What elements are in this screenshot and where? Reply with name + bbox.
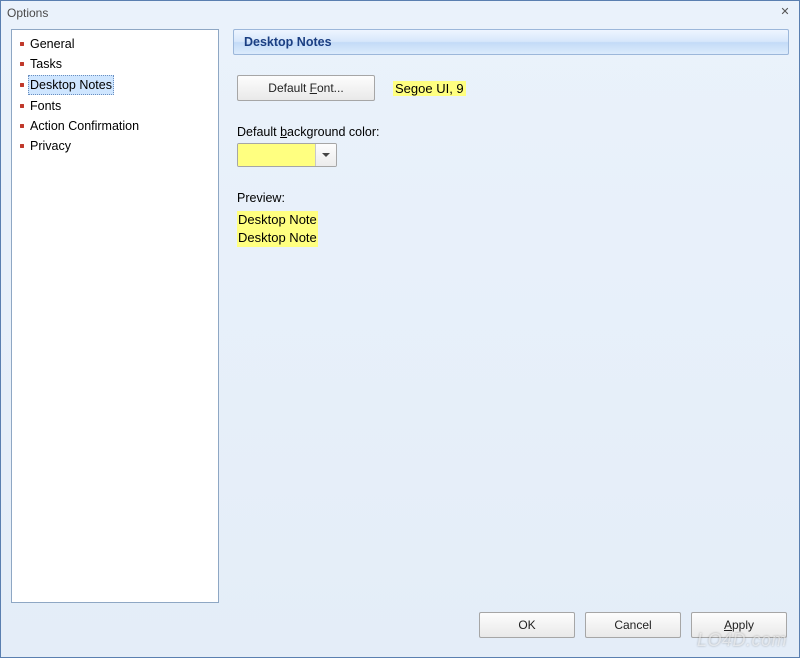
bullet-icon <box>20 144 24 148</box>
bullet-icon <box>20 62 24 66</box>
preview-note: Desktop Note <box>237 211 318 229</box>
color-swatch <box>238 144 316 166</box>
preview-section: Preview: Desktop NoteDesktop Note <box>237 191 785 247</box>
preview-label: Preview: <box>237 191 785 205</box>
sidebar-item-label: Action Confirmation <box>30 117 139 135</box>
body: General Tasks Desktop Notes Fonts Action Con… <box>11 29 789 603</box>
category-list[interactable]: General Tasks Desktop Notes Fonts Action Con… <box>11 29 219 603</box>
bullet-icon <box>20 42 24 46</box>
default-font-row: Default Font... Segoe UI, 9 <box>237 75 785 101</box>
sidebar-item-general[interactable]: General <box>12 34 218 54</box>
sidebar-item-label: Privacy <box>30 137 71 155</box>
cancel-button[interactable]: Cancel <box>585 612 681 638</box>
preview-lines: Desktop NoteDesktop Note <box>237 211 785 247</box>
sidebar-item-action-confirmation[interactable]: Action Confirmation <box>12 116 218 136</box>
sidebar-item-label: General <box>30 35 74 53</box>
current-font-label: Segoe UI, 9 <box>393 81 466 96</box>
sidebar-item-tasks[interactable]: Tasks <box>12 54 218 74</box>
apply-button[interactable]: Apply <box>691 612 787 638</box>
sidebar-item-label: Tasks <box>30 55 62 73</box>
bg-color-label: Default background color: <box>237 125 785 139</box>
close-icon[interactable]: ✕ <box>777 5 793 21</box>
window-title: Options <box>7 6 48 20</box>
dialog-buttons: OK Cancel Apply <box>11 603 789 647</box>
panel-header: Desktop Notes <box>233 29 789 55</box>
sidebar-item-desktop-notes[interactable]: Desktop Notes <box>12 74 218 96</box>
default-font-button[interactable]: Default Font... <box>237 75 375 101</box>
panel-title: Desktop Notes <box>244 35 332 49</box>
main-panel: Desktop Notes Default Font... Segoe UI, … <box>233 29 789 603</box>
sidebar-item-privacy[interactable]: Privacy <box>12 136 218 156</box>
bullet-icon <box>20 83 24 87</box>
preview-note: Desktop Note <box>237 229 318 247</box>
ok-button[interactable]: OK <box>479 612 575 638</box>
chevron-down-icon <box>322 153 330 157</box>
titlebar[interactable]: Options ✕ <box>1 1 799 25</box>
content-area: General Tasks Desktop Notes Fonts Action Con… <box>11 29 789 647</box>
sidebar-item-label: Fonts <box>30 97 61 115</box>
bullet-icon <box>20 104 24 108</box>
panel-body: Default Font... Segoe UI, 9 Default back… <box>233 55 789 603</box>
options-dialog: Options ✕ General Tasks Desktop Notes Fonts… <box>0 0 800 658</box>
bullet-icon <box>20 124 24 128</box>
sidebar-item-label: Desktop Notes <box>28 75 114 95</box>
bg-color-picker[interactable] <box>237 143 337 167</box>
sidebar-item-fonts[interactable]: Fonts <box>12 96 218 116</box>
color-dropdown-button[interactable] <box>316 144 336 166</box>
